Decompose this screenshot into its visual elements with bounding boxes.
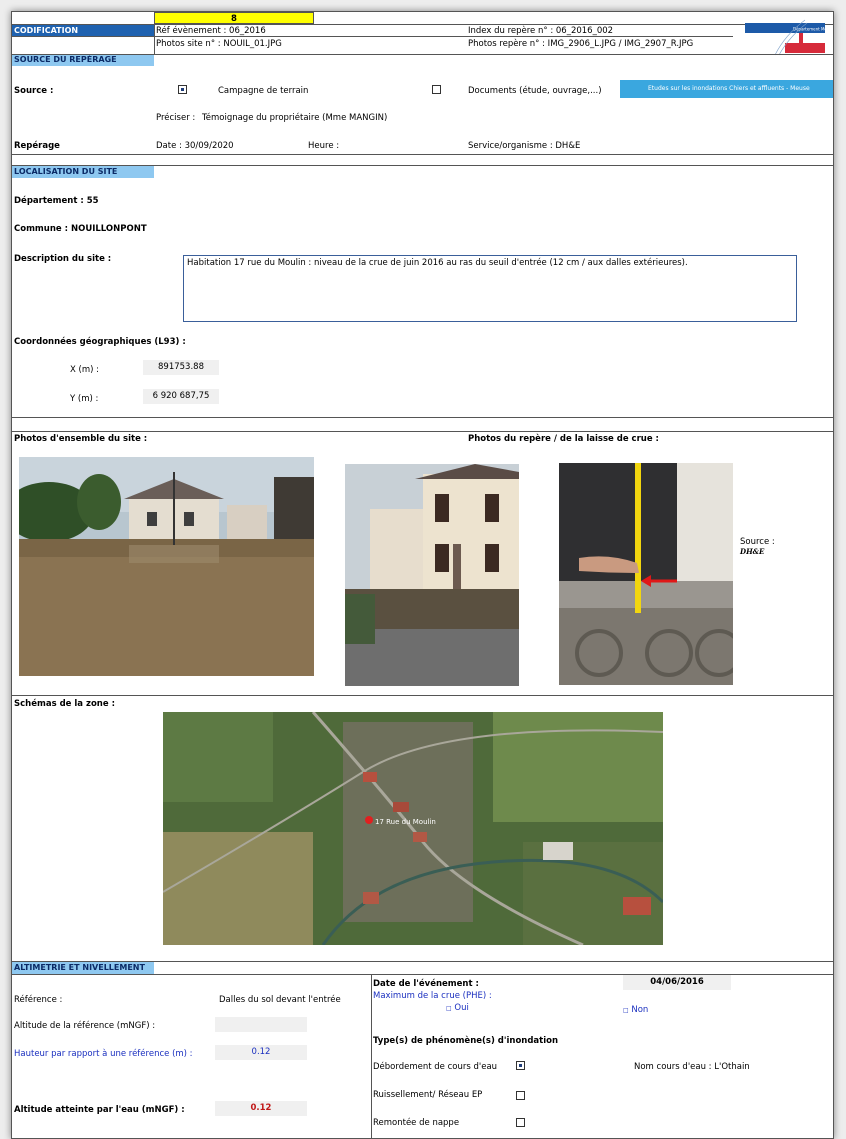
debordement-checkbox[interactable]	[516, 1061, 525, 1070]
date-event-label: Date de l'événement :	[373, 979, 479, 989]
sheet-number: 8	[154, 12, 314, 24]
debordement-label: Débordement de cours d'eau	[373, 1062, 498, 1072]
section-altimetrie: ALTIMETRIE ET NIVELLEMENT	[12, 962, 154, 974]
photo-measure-doorstep	[559, 463, 733, 685]
photos-ensemble-label: Photos d'ensemble du site :	[14, 434, 148, 444]
non-text: Non	[631, 1005, 649, 1015]
reperage-label: Repérage	[14, 141, 60, 151]
departement: Département : 55	[14, 196, 99, 206]
remontee-label: Remontée de nappe	[373, 1118, 460, 1128]
description-box: Habitation 17 rue du Moulin : niveau de …	[183, 255, 797, 322]
x-label: X (m) :	[70, 365, 100, 375]
oui-text: Oui	[454, 1003, 469, 1013]
ref-event: Réf évènement : 06_2016	[156, 26, 266, 36]
x-value: 891753.88	[143, 360, 219, 375]
max-crue-label: Maximum de la crue (PHE) :	[373, 991, 492, 1001]
reference-value: Dalles du sol devant l'entrée	[219, 995, 341, 1005]
documents-checkbox[interactable]	[432, 85, 441, 94]
map-pin-label: 17 Rue du Moulin	[375, 818, 436, 826]
section-localisation: LOCALISATION DU SITE	[12, 166, 154, 178]
index-repere: Index du repère n° : 06_2016_002	[468, 26, 614, 36]
photo-source-value: DH&E	[740, 547, 765, 556]
y-value: 6 920 687,75	[143, 389, 219, 404]
documents-label: Documents (étude, ouvrage,...)	[468, 86, 602, 96]
types-label: Type(s) de phénomène(s) d'inondation	[373, 1036, 559, 1046]
source-label: Source :	[14, 86, 54, 96]
reference-label: Référence :	[14, 995, 63, 1005]
study-banner-text: Etudes sur les inondations Chiers et aff…	[648, 85, 810, 92]
aerial-map: 17 Rue du Moulin	[163, 712, 663, 945]
date-event-value: 04/06/2016	[623, 975, 731, 990]
ruissellement-checkbox[interactable]	[516, 1091, 525, 1100]
ruissellement-label: Ruissellement/ Réseau EP	[373, 1090, 483, 1100]
reperage-service: Service/organisme : DH&E	[468, 141, 581, 151]
meuse-logo: Département Meuse	[745, 15, 833, 59]
photos-repere: Photos repère n° : IMG_2906_L.JPG / IMG_…	[468, 39, 694, 49]
photo-house-front	[345, 464, 519, 686]
description-text: Habitation 17 rue du Moulin : niveau de …	[187, 258, 688, 268]
hauteur-label: Hauteur par rapport à une référence (m) …	[14, 1049, 193, 1059]
codification-label: CODIFICATION	[12, 25, 154, 36]
remontee-checkbox[interactable]	[516, 1118, 525, 1127]
coords-label: Coordonnées géographiques (L93) :	[14, 337, 186, 347]
preciser-value: Témoignage du propriétaire (Mme MANGIN)	[202, 113, 388, 123]
photos-repere-label: Photos du repère / de la laisse de crue …	[468, 434, 659, 444]
reperage-date: Date : 30/09/2020	[156, 141, 234, 151]
commune: Commune : NOUILLONPONT	[14, 224, 147, 234]
y-label: Y (m) :	[70, 394, 99, 404]
altitude-ref-value	[215, 1017, 307, 1032]
flood-mark-sheet: 8 CODIFICATION Réf évènement : 06_2016 I…	[11, 11, 834, 1139]
description-label: Description du site :	[14, 254, 112, 264]
non-label[interactable]: □ Non	[623, 1005, 648, 1015]
hauteur-value: 0.12	[215, 1045, 307, 1060]
reperage-heure: Heure :	[308, 141, 340, 151]
campagne-label: Campagne de terrain	[218, 86, 309, 96]
nom-cours-eau: Nom cours d'eau : L'Othain	[634, 1062, 750, 1072]
preciser-label: Préciser :	[156, 113, 196, 123]
altitude-eau-value: 0.12	[215, 1101, 307, 1116]
campagne-checkbox[interactable]	[178, 85, 187, 94]
oui-label[interactable]: □ Oui	[446, 1003, 469, 1013]
schemas-label: Schémas de la zone :	[14, 699, 115, 709]
section-source: SOURCE DU REPÉRAGE	[12, 54, 154, 66]
photo-flooded-street	[19, 457, 314, 676]
altitude-eau-label: Altitude atteinte par l'eau (mNGF) :	[14, 1105, 185, 1115]
altitude-ref-label: Altitude de la référence (mNGF) :	[14, 1021, 156, 1031]
photo-source-label: Source :	[740, 537, 775, 547]
photos-site: Photos site n° : NOUIL_01.JPG	[156, 39, 282, 49]
study-banner: Etudes sur les inondations Chiers et aff…	[620, 80, 833, 98]
